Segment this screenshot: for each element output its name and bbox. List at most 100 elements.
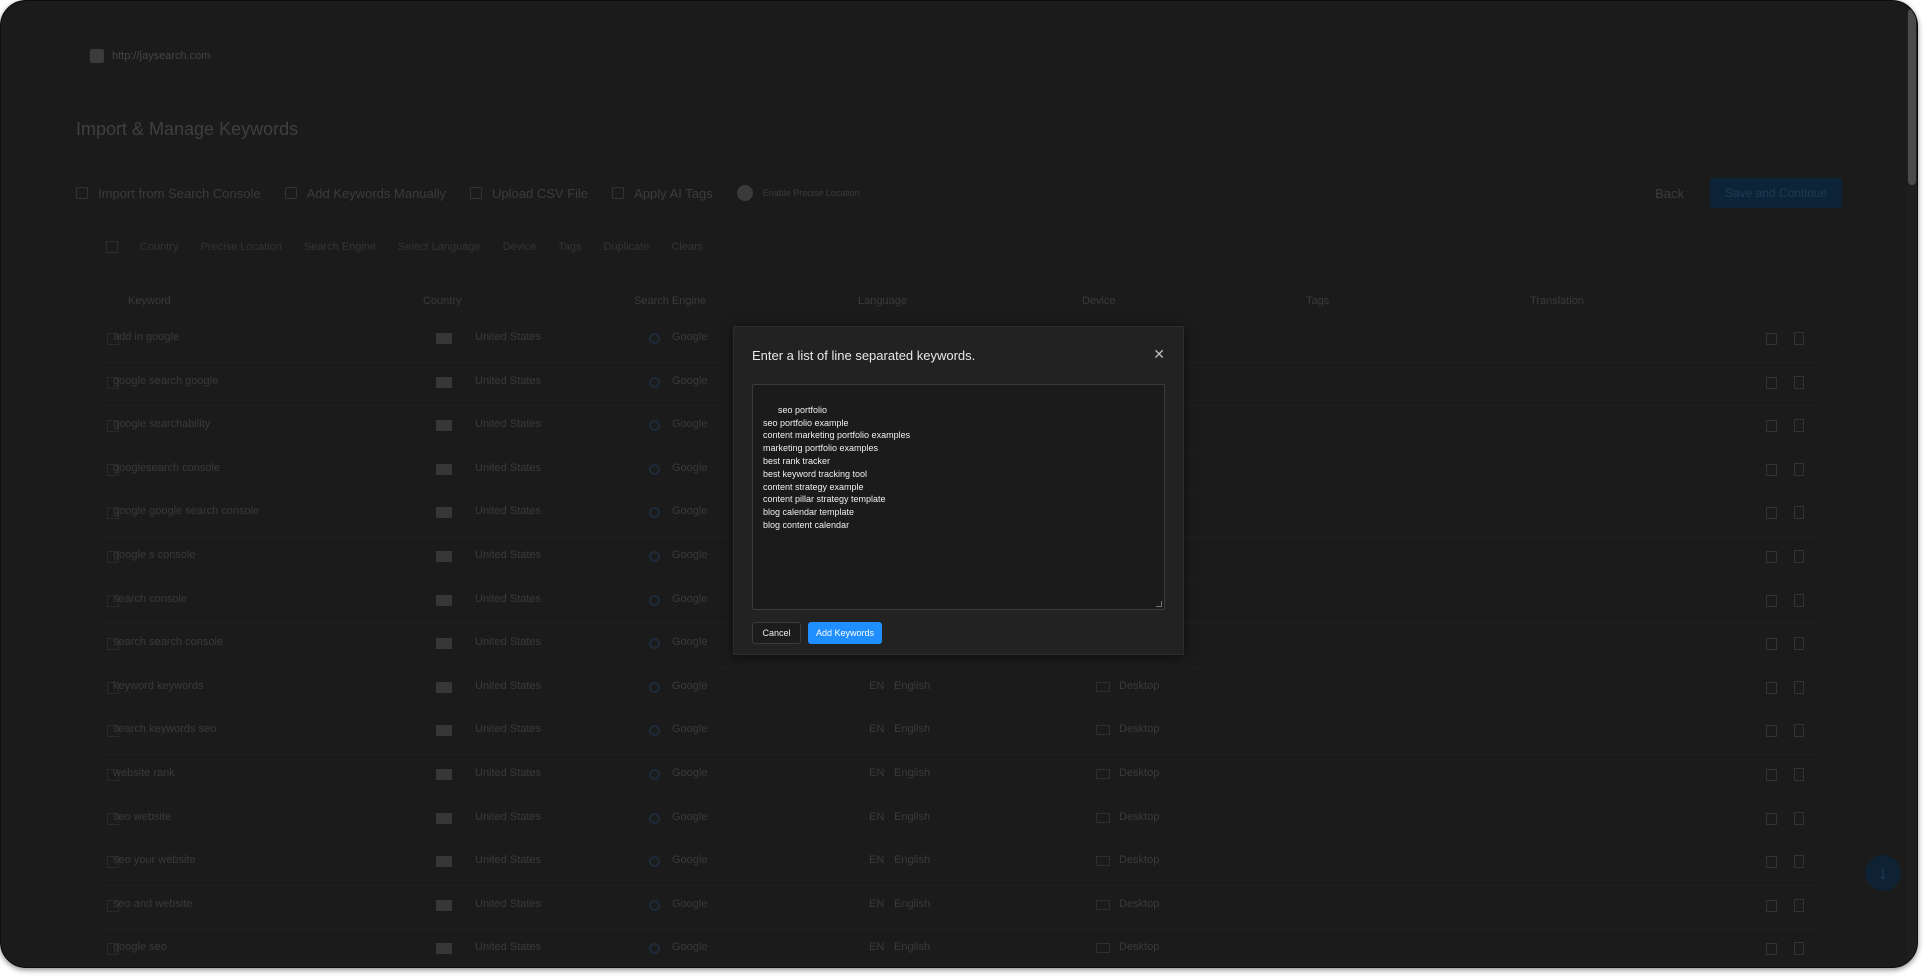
scrollbar-thumb[interactable] [1908,9,1916,185]
precise-label: Enable Precise Location [762,188,860,198]
trash-icon[interactable] [1794,332,1804,345]
device-cell: Desktop [1119,854,1160,867]
copy-icon[interactable] [1766,420,1777,433]
table-row[interactable]: seo and website United States Google EN Engl… [101,886,1821,930]
google-icon [649,812,660,824]
select-all-checkbox[interactable] [106,241,118,253]
apply-ai-tags-button[interactable]: Apply AI Tags [612,186,713,201]
copy-icon[interactable] [1766,899,1777,912]
country-cell: United States [475,418,542,431]
keywords-text: seo portfolio seo portfolio example cont… [763,404,911,530]
copy-icon[interactable] [1766,594,1777,607]
header-translation[interactable]: Translation [1530,295,1584,307]
trash-icon[interactable] [1794,855,1804,869]
country-cell: United States [475,897,542,910]
google-icon [649,638,660,650]
table-row[interactable]: seo your website United States Google EN Eng… [101,842,1821,886]
copy-icon[interactable] [1766,376,1777,389]
copy-icon[interactable] [1766,681,1777,694]
us-flag-icon [436,899,452,911]
site-header: http://jaysearch.com [90,49,210,63]
keyword-cell: googlesearch console [113,461,221,474]
table-row[interactable]: seo website United States Google EN English D… [101,799,1821,843]
scrollbar[interactable] [1907,1,1917,967]
us-flag-icon [436,333,452,344]
trash-icon[interactable] [1794,549,1804,563]
table-row[interactable]: google seo United States Google EN English De… [101,929,1821,967]
copy-icon[interactable] [1766,550,1777,563]
language-cell: English [894,679,931,692]
trash-icon[interactable] [1794,593,1804,607]
header-country[interactable]: Country [423,295,462,307]
close-icon[interactable]: ✕ [1153,347,1165,361]
trash-icon[interactable] [1794,680,1804,694]
language-cell: English [894,941,931,954]
copy-icon[interactable] [1766,333,1777,345]
add-keywords-button[interactable]: Add Keywords [808,622,882,644]
scroll-down-button[interactable]: ↓ [1865,855,1901,891]
keywords-textarea[interactable]: seo portfolio seo portfolio example cont… [752,384,1165,610]
country-cell: United States [475,374,542,387]
copy-icon[interactable] [1766,856,1777,869]
us-flag-icon [436,594,452,606]
copy-icon[interactable] [1766,943,1777,956]
trash-icon[interactable] [1794,419,1804,433]
copy-icon[interactable] [1766,638,1777,651]
keyword-cell: add in google [113,331,180,343]
keyword-cell: search search console [113,636,224,649]
copy-icon[interactable] [1766,812,1777,825]
trash-icon[interactable] [1794,506,1804,520]
google-icon [649,420,660,432]
device-cell: Desktop [1119,941,1160,954]
country-cell: United States [475,548,542,561]
copy-icon[interactable] [1766,463,1777,476]
filter-precise-location[interactable]: Precise Location [201,241,282,253]
us-flag-icon [436,550,452,562]
filter-device[interactable]: Device [503,241,537,253]
header-keyword[interactable]: Keyword [128,295,171,307]
add-keywords-manually-button[interactable]: Add Keywords Manually [284,186,446,201]
table-row[interactable]: website rank United States Google EN English… [101,755,1821,799]
filter-duplicate[interactable]: Duplicate [603,241,649,253]
import-search-console-button[interactable]: Import from Search Console [76,186,261,201]
filter-tags[interactable]: Tags [558,241,581,253]
header-language[interactable]: Language [858,295,907,307]
engine-cell: Google [672,461,708,474]
copy-icon[interactable] [1766,725,1777,738]
save-and-continue-button[interactable]: Save and Continue [1710,178,1842,208]
trash-icon[interactable] [1794,942,1804,956]
copy-icon[interactable] [1766,768,1777,781]
country-cell: United States [475,505,542,518]
filter-search-engine[interactable]: Search Engine [304,241,376,253]
upload-csv-button[interactable]: Upload CSV File [470,186,588,201]
resize-handle-icon[interactable] [1156,601,1162,607]
filter-country[interactable]: Country [140,241,179,253]
header-device[interactable]: Device [1082,295,1116,307]
trash-icon[interactable] [1794,637,1804,651]
site-url[interactable]: http://jaysearch.com [112,50,210,62]
copy-icon[interactable] [1766,507,1777,520]
trash-icon[interactable] [1794,767,1804,781]
trash-icon[interactable] [1794,811,1804,825]
engine-cell: Google [672,766,708,779]
header-search-engine[interactable]: Search Engine [634,295,706,307]
filter-language[interactable]: Select Language [398,241,481,253]
table-row[interactable]: search keywords seo United States Google EN… [101,711,1821,755]
trash-icon[interactable] [1794,724,1804,738]
filter-clears[interactable]: Clears [671,241,703,253]
language-code-badge: EN [869,766,885,779]
trash-icon[interactable] [1794,462,1804,476]
ai-tags-label: Apply AI Tags [634,185,713,201]
back-button[interactable]: Back [1655,186,1684,201]
table-row[interactable]: keyword keywords United States Google EN Eng… [101,668,1821,712]
favicon-icon [90,49,104,63]
desktop-icon [1096,681,1110,692]
header-tags[interactable]: Tags [1306,295,1329,307]
desktop-icon [1096,943,1110,954]
precise-location-toggle[interactable]: Enable Precise Location [736,185,860,201]
engine-cell: Google [672,723,708,736]
trash-icon[interactable] [1794,375,1804,389]
cancel-button[interactable]: Cancel [752,622,801,644]
keyword-cell: google searchability [113,418,211,431]
trash-icon[interactable] [1794,898,1804,912]
